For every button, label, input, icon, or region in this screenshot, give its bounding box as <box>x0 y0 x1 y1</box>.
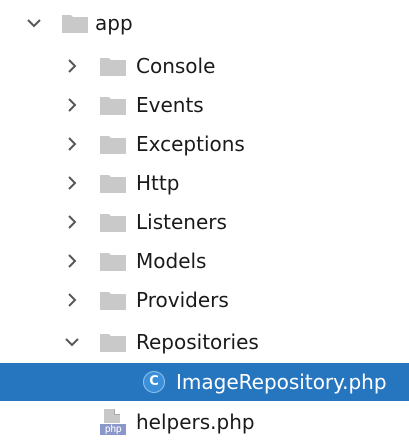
tree-row-exceptions[interactable]: Exceptions <box>0 124 409 163</box>
chevron-right-icon[interactable] <box>64 58 80 74</box>
php-file-tag: php <box>100 423 126 435</box>
chevron-right-icon[interactable] <box>64 136 80 152</box>
folder-icon <box>100 173 126 193</box>
folder-icon <box>100 212 126 232</box>
chevron-down-icon[interactable] <box>26 15 42 31</box>
tree-label-exceptions: Exceptions <box>136 131 245 156</box>
tree-label-repositories: Repositories <box>136 329 259 354</box>
tree-row-events[interactable]: Events <box>0 85 409 124</box>
chevron-down-icon[interactable] <box>64 334 80 350</box>
tree-row-imagerepository[interactable]: C ImageRepository.php <box>0 363 409 401</box>
chevron-right-icon[interactable] <box>64 253 80 269</box>
tree-row-models[interactable]: Models <box>0 241 409 280</box>
php-class-icon: C <box>143 371 165 393</box>
tree-label-http: Http <box>136 170 180 195</box>
chevron-right-icon[interactable] <box>64 214 80 230</box>
chevron-right-icon[interactable] <box>64 97 80 113</box>
chevron-right-icon[interactable] <box>64 292 80 308</box>
php-file-icon: php <box>100 408 126 435</box>
tree-label-events: Events <box>136 92 204 117</box>
folder-icon <box>100 134 126 154</box>
folder-icon <box>100 95 126 115</box>
tree-label-providers: Providers <box>136 287 229 312</box>
tree-label-models: Models <box>136 248 207 273</box>
tree-row-repositories[interactable]: Repositories <box>0 322 409 361</box>
tree-label-console: Console <box>136 53 216 78</box>
tree-row-console[interactable]: Console <box>0 46 409 85</box>
project-tree: app Console Events Exceptions Http Liste… <box>0 0 409 442</box>
folder-icon <box>62 13 88 33</box>
tree-label-imagerepository: ImageRepository.php <box>176 370 387 394</box>
folder-icon <box>100 251 126 271</box>
tree-label-listeners: Listeners <box>136 209 227 234</box>
tree-label-helpers: helpers.php <box>136 409 255 434</box>
tree-row-helpers[interactable]: php helpers.php <box>0 402 409 441</box>
folder-icon <box>100 290 126 310</box>
tree-row-providers[interactable]: Providers <box>0 280 409 319</box>
tree-row-listeners[interactable]: Listeners <box>0 202 409 241</box>
tree-label-app: app <box>95 10 133 35</box>
folder-icon <box>100 56 126 76</box>
chevron-right-icon[interactable] <box>64 175 80 191</box>
tree-row-http[interactable]: Http <box>0 163 409 202</box>
tree-row-app[interactable]: app <box>0 3 409 42</box>
folder-icon <box>100 332 126 352</box>
